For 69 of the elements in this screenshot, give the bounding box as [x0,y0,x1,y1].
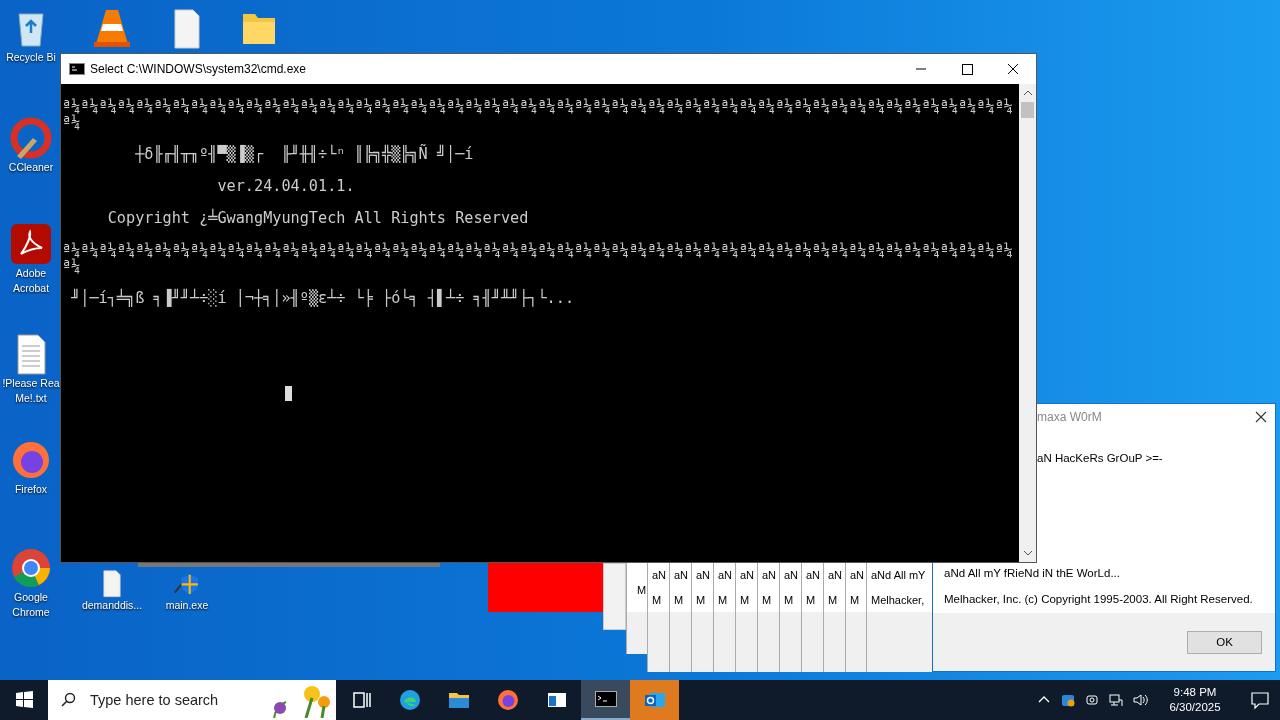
icon-label: !Please Rea [2,376,60,391]
speaker-icon[interactable] [1132,692,1148,708]
message-text: aNd All mY [871,568,927,582]
search-icon [60,692,76,708]
network-icon[interactable] [1108,692,1124,708]
edge-icon [397,688,422,712]
message-text: M [784,593,795,607]
message-text: Melhacker, [871,593,926,607]
icon-label: Google [14,590,48,605]
message-text: M [762,593,773,607]
message-text: M [806,593,817,607]
icon-label: main.exe [165,598,209,613]
clock-date[interactable]: 6/30/2025 [1169,700,1221,715]
console-line: ª¼ [62,113,81,131]
message-text: aN [696,568,712,582]
firefox-icon [495,688,520,712]
scrollbar[interactable] [1019,84,1036,562]
camera-icon[interactable] [1084,692,1100,708]
message-text: aN [762,568,778,582]
message-text: M [696,593,707,607]
search-input[interactable]: Type here to search [88,691,262,709]
message-text: aN HacKeRs GrOuP >=- [1036,451,1164,464]
window-title: Select C:\WINDOWS\system32\cmd.exe [90,62,308,76]
message-text: M [828,593,839,607]
message-text: M [637,583,647,597]
search-field[interactable]: Type here to search [48,680,336,720]
message-text: aN [718,568,734,582]
message-text: aN [828,568,844,582]
icon-label: Chrome [12,605,50,620]
message-text: M [850,593,861,607]
message-text: Melhacker, Inc. (c) Copyright 1995-2003. All Right Reserved. [944,592,1254,606]
chrome-icon[interactable] [9,546,53,590]
icon-label: Adobe [15,266,47,281]
icon-label: CCleaner [8,160,54,175]
message-text: aN [850,568,866,582]
notification-icon[interactable] [1250,690,1270,710]
console-line: ┼δ╟╓╢╥╖º╢▀▒▐▒┌ ╟╜╫╢÷└ⁿ ║╠╗╬▒╠╗Ñ ╝│─í [135,145,474,163]
dialog-title: maxa W0rM [1037,410,1102,424]
console-line: ª¼ [62,257,81,275]
message-text: aN [784,568,800,582]
close-icon[interactable] [1255,411,1267,423]
message-text: aN [674,568,690,582]
console-line: Copyright ¿╧GwangMyungTech All Rights Reserved [107,209,529,227]
icon-label: Me!.txt [15,391,47,406]
clock-time[interactable]: 9:48 PM [1173,685,1217,700]
icon-label: Acrobat [12,281,50,296]
taskbar-button[interactable] [581,680,630,720]
pdf-icon[interactable] [9,222,53,266]
text-cursor [285,386,292,401]
icon-label: Firefox [14,482,48,497]
ok-button[interactable]: OK [1187,630,1262,654]
broom-icon[interactable] [9,116,53,160]
message-text: M [674,593,685,607]
message-text: aN [806,568,822,582]
message-text: aN [740,568,756,582]
console-line: ╜│─í┐╧╗ß ╕▐╜╜┴÷░í │¬┼╕│»╢º▒ε┴÷ └╞ ├ó└╕ ┤▌┴÷ ╕╢╜╨╜├┐└... [71,289,575,307]
icon-label: demanddis... [81,598,143,613]
console-line: ver.24.04.01.1. [217,177,355,195]
message-text: aN [652,568,668,582]
message-text: M [718,593,729,607]
console-icon [69,63,85,75]
message-text: M [652,593,663,607]
console-line: ª¼ª¼ª¼ª¼ª¼ª¼ª¼ª¼ª¼ª¼ª¼ª¼ª¼ª¼ª¼ª¼ª¼ª¼ª¼ª¼ª¼ª¼ª¼ª¼ª¼ª¼ª¼ª¼ª¼ª¼ª¼ª¼ª¼ª¼ª¼ª¼ª¼ª¼ª¼ª¼ª¼ª¼ª¼ª¼ª¼ª¼ª¼ª¼ª¼ª¼ª¼ª¼ [62,241,1013,259]
scrollbar-thumb[interactable] [1021,102,1034,118]
console-line: ª¼ª¼ª¼ª¼ª¼ª¼ª¼ª¼ª¼ª¼ª¼ª¼ª¼ª¼ª¼ª¼ª¼ª¼ª¼ª¼ª¼ª¼ª¼ª¼ª¼ª¼ª¼ª¼ª¼ª¼ª¼ª¼ª¼ª¼ª¼ª¼ª¼ª¼ª¼ª¼ª¼ª¼ª¼ª¼ª¼ª¼ª¼ª¼ª¼ª¼ª¼ª¼ [62,97,1013,115]
message-text: M [740,593,751,607]
message-text: aNd All mY fRieNd iN thE WorLd... [944,566,1121,580]
app-tray-icon[interactable] [1060,692,1076,708]
icon-label: Recycle Bi [6,50,56,65]
